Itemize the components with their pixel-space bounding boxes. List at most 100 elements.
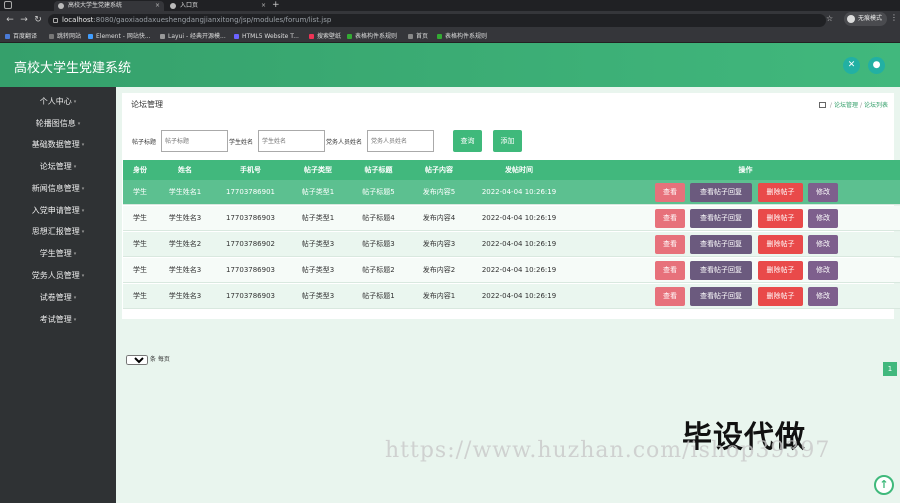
browser-tab-active[interactable]: 高校大学生党建系统 × — [54, 1, 164, 11]
edit-button[interactable]: 修改 — [808, 235, 838, 254]
column-header: 发帖时间 — [505, 166, 533, 174]
sidebar-item-thought-report[interactable]: 思想汇报管理 ▾ — [0, 224, 116, 240]
bookmark-item[interactable]: 搜索壁纸 — [308, 31, 341, 42]
column-header: 操作 — [738, 166, 753, 174]
sidebar-item-forum[interactable]: 论坛管理 ▾ — [0, 159, 116, 175]
address-bar[interactable]: localhost:8080/gaoxiaodaxueshengdangjian… — [48, 14, 826, 27]
page-size-suffix: 条 每页 — [149, 356, 170, 363]
staff-name-input[interactable] — [367, 130, 434, 152]
fullscreen-icon[interactable]: ✕ — [843, 57, 860, 74]
view-button[interactable]: 查看 — [655, 261, 685, 280]
sidebar-item-party-staff[interactable]: 党务人员管理 ▾ — [0, 268, 116, 284]
chevron-down-icon: ▾ — [73, 295, 77, 301]
edit-button[interactable]: 修改 — [808, 209, 838, 228]
bookmark-item[interactable]: HTML5 Website T... — [233, 31, 299, 42]
add-button[interactable]: 添加 — [493, 130, 522, 152]
chevron-down-icon: ▾ — [81, 229, 85, 235]
pagination: 10 条 每页 — [126, 354, 170, 365]
view-reply-button[interactable]: 查看帖子回复 — [690, 261, 752, 280]
forward-icon[interactable]: → — [19, 14, 29, 26]
bookmark-item[interactable]: 表格构件系规则 — [436, 31, 487, 42]
info-icon — [53, 18, 58, 23]
bookmark-icon — [234, 34, 239, 39]
view-reply-button[interactable]: 查看帖子回复 — [690, 287, 752, 306]
edit-button[interactable]: 修改 — [808, 261, 838, 280]
bookmark-icon — [309, 34, 314, 39]
sidebar-item-personal-center[interactable]: 个人中心 ▾ — [0, 94, 116, 110]
student-name-input[interactable] — [258, 130, 325, 152]
bookmark-icon — [49, 34, 54, 39]
reload-icon[interactable]: ↻ — [33, 14, 43, 26]
bookmark-item[interactable]: 首页 — [407, 31, 428, 42]
column-header: 身份 — [133, 166, 147, 174]
delete-button[interactable]: 删除帖子 — [758, 235, 803, 254]
url-path: :8080/gaoxiaodaxueshengdangjianxitong/js… — [93, 16, 332, 24]
window-control-icon[interactable] — [4, 1, 12, 9]
breadcrumb-item: 论坛列表 — [863, 102, 888, 109]
new-tab-icon[interactable]: + — [272, 0, 280, 10]
edit-button[interactable]: 修改 — [808, 287, 838, 306]
bookmark-icon — [347, 34, 352, 39]
sidebar-item-basic-data[interactable]: 基础数据管理 ▾ — [0, 137, 116, 153]
staff-name-label: 党务人员姓名 — [326, 139, 363, 146]
post-title-label: 帖子标题 — [132, 139, 157, 146]
bookmark-star-icon[interactable]: ☆ — [826, 14, 833, 23]
post-title-input[interactable] — [161, 130, 228, 152]
user-icon[interactable]: ● — [868, 57, 885, 74]
app-header: 高校大学生党建系统 ✕ ● — [0, 43, 900, 87]
search-button[interactable]: 查询 — [453, 130, 482, 152]
student-name-label: 学生姓名 — [229, 139, 254, 146]
chevron-down-icon: ▾ — [73, 251, 77, 257]
sidebar-item-exams[interactable]: 考试管理 ▾ — [0, 312, 116, 328]
bookmark-icon — [5, 34, 10, 39]
home-icon[interactable] — [818, 102, 826, 108]
delete-button[interactable]: 删除帖子 — [758, 209, 803, 228]
chevron-down-icon: ▾ — [81, 142, 85, 148]
browser-menu-icon[interactable]: ⋮ — [890, 13, 898, 22]
view-reply-button[interactable]: 查看帖子回复 — [690, 209, 752, 228]
column-header: 姓名 — [178, 166, 192, 174]
back-to-top-icon[interactable]: ↑ — [874, 475, 894, 495]
profile-button[interactable]: 无痕模式 — [844, 12, 888, 26]
sidebar-item-news[interactable]: 新闻信息管理 ▾ — [0, 181, 116, 197]
table-row: 学生 学生姓名3 17703786903 帖子类型3 帖子标题1 发布内容1 2… — [123, 284, 900, 309]
sidebar-item-party-application[interactable]: 入党申请管理 ▾ — [0, 203, 116, 219]
bookmark-item[interactable]: 百度翻译 — [4, 31, 37, 42]
view-button[interactable]: 查看 — [655, 183, 685, 202]
sidebar-item-carousel[interactable]: 轮播图信息 ▾ — [0, 116, 116, 132]
view-reply-button[interactable]: 查看帖子回复 — [690, 183, 752, 202]
chevron-down-icon: ▾ — [81, 186, 85, 192]
sidebar-item-students[interactable]: 学生管理 ▾ — [0, 246, 116, 262]
delete-button[interactable]: 删除帖子 — [758, 183, 803, 202]
chevron-down-icon: ▾ — [81, 208, 85, 214]
browser-tab[interactable]: 入口页 × — [166, 1, 270, 11]
delete-button[interactable]: 删除帖子 — [758, 261, 803, 280]
bookmark-icon — [408, 34, 413, 39]
bookmark-item[interactable]: Layui - 经典开源模... — [159, 31, 226, 42]
column-header: 帖子类型 — [304, 166, 332, 174]
close-icon[interactable]: × — [155, 1, 160, 11]
back-icon[interactable]: ← — [5, 14, 15, 26]
chevron-down-icon: ▾ — [73, 164, 77, 170]
chevron-down-icon: ▾ — [77, 121, 81, 127]
table-header: 身份 姓名 手机号 帖子类型 帖子标题 帖子内容 发帖时间 操作 — [123, 160, 900, 180]
table-row: 学生 学生姓名3 17703786903 帖子类型1 帖子标题4 发布内容4 2… — [123, 206, 900, 231]
edit-button[interactable]: 修改 — [808, 183, 838, 202]
view-reply-button[interactable]: 查看帖子回复 — [690, 235, 752, 254]
watermark-url: https://www.huzhan.com/ishop39397 — [385, 438, 831, 463]
view-button[interactable]: 查看 — [655, 235, 685, 254]
bookmark-item[interactable]: 表格构件系规则 — [346, 31, 397, 42]
page-number-button[interactable]: 1 — [883, 362, 897, 376]
bookmark-item[interactable]: 跳转网站 — [48, 31, 81, 42]
page-size-select[interactable]: 10 — [126, 355, 148, 365]
view-button[interactable]: 查看 — [655, 209, 685, 228]
chevron-down-icon: ▾ — [73, 317, 77, 323]
sidebar-item-papers[interactable]: 试卷管理 ▾ — [0, 290, 116, 306]
bookmark-item[interactable]: Element - 网站快... — [87, 31, 151, 42]
close-icon[interactable]: × — [261, 1, 266, 11]
breadcrumb-item[interactable]: 论坛管理 — [834, 102, 858, 109]
favicon-icon — [170, 3, 176, 9]
view-button[interactable]: 查看 — [655, 287, 685, 306]
profile-label: 无痕模式 — [858, 15, 883, 22]
delete-button[interactable]: 删除帖子 — [758, 287, 803, 306]
